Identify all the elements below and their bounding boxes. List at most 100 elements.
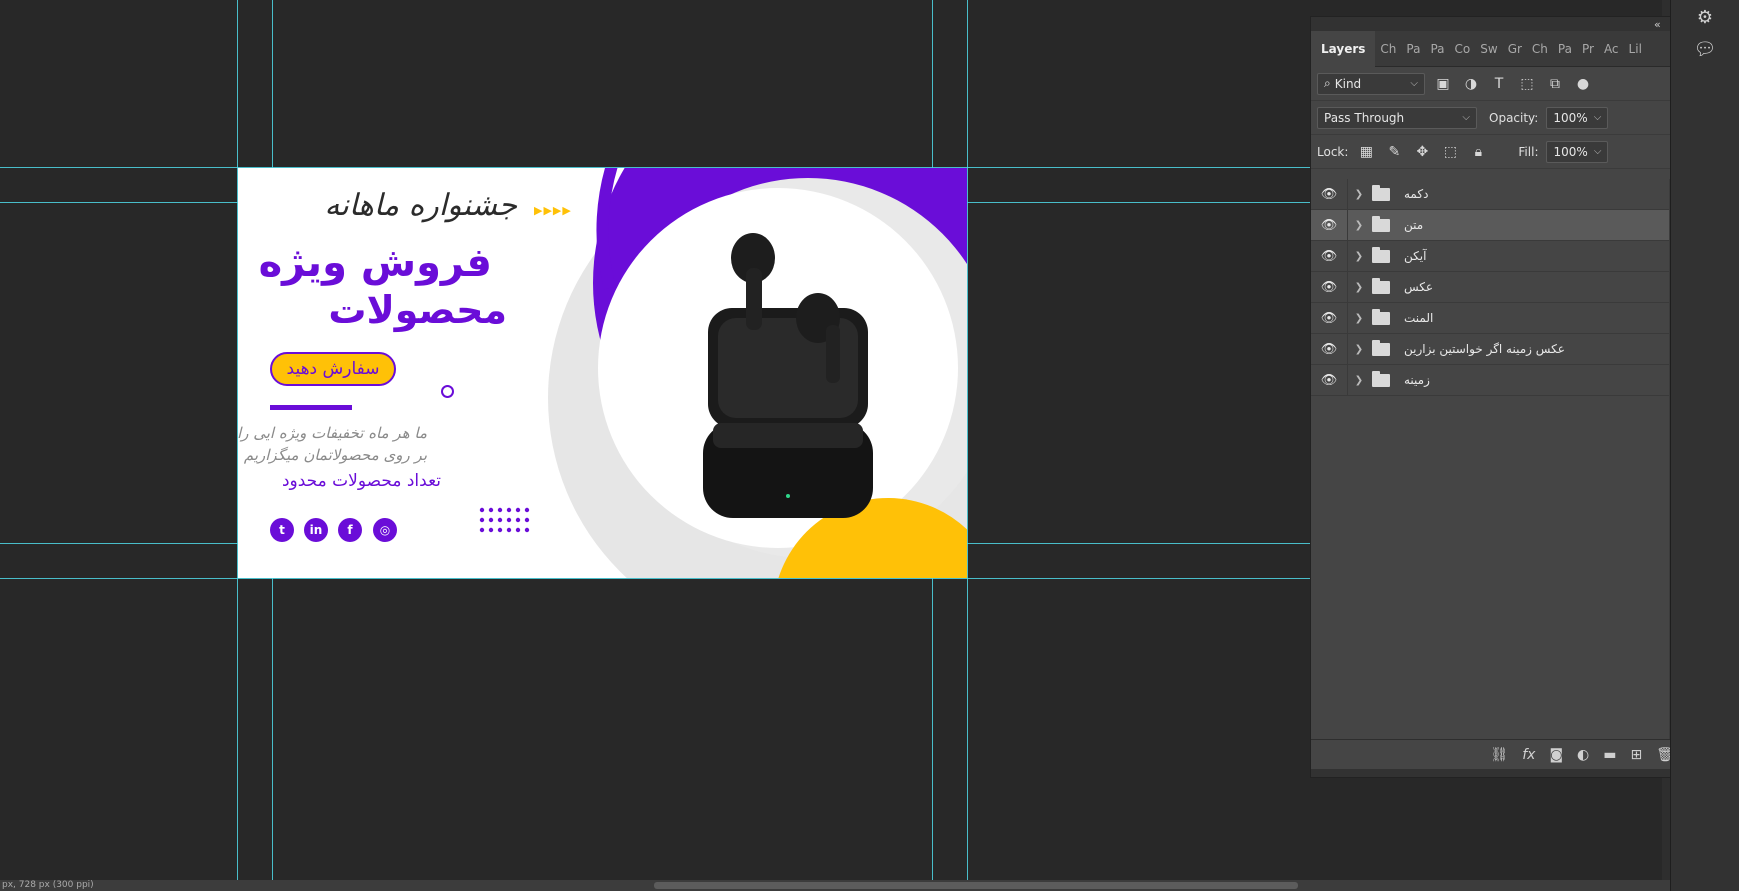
expand-group-icon[interactable]: ❯ bbox=[1352, 313, 1366, 324]
festival-title: جشنواره ماهانه bbox=[324, 188, 517, 223]
lock-transparent-icon[interactable]: ▦ bbox=[1356, 144, 1376, 160]
visibility-eye-icon[interactable]: 👁︎ bbox=[1311, 311, 1347, 326]
guide-vertical bbox=[967, 0, 968, 880]
tab-swatches[interactable]: Sw bbox=[1475, 31, 1502, 67]
tab-gradients[interactable]: Gr bbox=[1503, 31, 1527, 67]
visibility-eye-icon[interactable]: 👁︎ bbox=[1311, 342, 1347, 357]
fill-field[interactable]: 100% ⌵ bbox=[1546, 140, 1609, 163]
linkedin-icon[interactable]: in bbox=[304, 518, 328, 542]
filter-type-icon[interactable]: T bbox=[1489, 76, 1509, 92]
decorative-dot bbox=[479, 517, 485, 523]
new-layer-icon[interactable]: ⊞ bbox=[1630, 747, 1642, 763]
visibility-eye-icon[interactable]: 👁︎ bbox=[1311, 280, 1347, 295]
facebook-icon[interactable]: f bbox=[338, 518, 362, 542]
add-mask-icon[interactable]: ◙ bbox=[1549, 747, 1563, 763]
comments-panel-icon[interactable]: 💬︎ bbox=[1690, 36, 1720, 64]
visibility-eye-icon[interactable]: 👁︎ bbox=[1311, 373, 1347, 388]
opacity-field[interactable]: 100% ⌵ bbox=[1546, 106, 1609, 129]
tab-libraries[interactable]: Lil bbox=[1624, 31, 1647, 67]
layer-row[interactable]: 👁︎ ❯ متن bbox=[1311, 209, 1669, 241]
filter-toggle-icon[interactable]: ● bbox=[1573, 76, 1593, 92]
filter-adjustment-icon[interactable]: ◑ bbox=[1461, 76, 1481, 92]
order-button[interactable]: سفارش دهید bbox=[270, 352, 396, 386]
layer-row[interactable]: 👁︎ ❯ المنت bbox=[1311, 302, 1669, 334]
layer-row[interactable]: 👁︎ ❯ دکمه bbox=[1311, 178, 1669, 210]
decorative-dot bbox=[497, 517, 503, 523]
adjustment-layer-icon[interactable]: ◐ bbox=[1577, 747, 1589, 763]
layer-row[interactable]: 👁︎ ❯ زمینه bbox=[1311, 364, 1669, 396]
lock-artboard-icon[interactable]: ⬚ bbox=[1440, 144, 1460, 160]
tab-color[interactable]: Co bbox=[1450, 31, 1476, 67]
layer-divider bbox=[1347, 333, 1348, 365]
lock-image-icon[interactable]: ✎ bbox=[1384, 144, 1404, 160]
twitter-icon[interactable]: t bbox=[270, 518, 294, 542]
document-size-status: px, 728 px (300 ppi) bbox=[2, 880, 94, 890]
layer-name[interactable]: المنت bbox=[1404, 311, 1433, 325]
expand-group-icon[interactable]: ❯ bbox=[1352, 375, 1366, 386]
opacity-value: 100% bbox=[1553, 110, 1588, 125]
filter-kind-value: Kind bbox=[1334, 76, 1362, 91]
blend-mode-select[interactable]: Pass Through ⌵ bbox=[1317, 106, 1477, 129]
properties-panel-icon[interactable]: ⚙ bbox=[1690, 4, 1720, 32]
decorative-dot bbox=[497, 527, 503, 533]
layer-name[interactable]: متن bbox=[1404, 218, 1423, 232]
layers-panel: « ✕ Layers Ch Pa Pa Co Sw Gr Ch Pa Pr Ac… bbox=[1310, 16, 1689, 778]
chevron-down-icon: ⌵ bbox=[1410, 78, 1418, 89]
new-group-icon[interactable]: ▬ bbox=[1603, 747, 1616, 763]
visibility-eye-icon[interactable]: 👁︎ bbox=[1311, 218, 1347, 233]
layer-name[interactable]: آیکن bbox=[1404, 249, 1426, 263]
tab-character[interactable]: Ch bbox=[1527, 31, 1553, 67]
decorative-ring bbox=[441, 385, 454, 398]
layer-divider bbox=[1347, 209, 1348, 241]
expand-group-icon[interactable]: ❯ bbox=[1352, 251, 1366, 262]
panel-bottom-toolbar: ⛓ fx ◙ ◐ ▬ ⊞ 🗑︎ bbox=[1311, 739, 1688, 769]
visibility-eye-icon[interactable]: 👁︎ bbox=[1311, 187, 1347, 202]
filter-smart-object-icon[interactable]: ⧉ bbox=[1545, 76, 1565, 92]
layer-row[interactable]: 👁︎ ❯ عکس زمینه اگر خواستین بزارین bbox=[1311, 333, 1669, 365]
layer-row[interactable]: 👁︎ ❯ عکس bbox=[1311, 271, 1669, 303]
expand-group-icon[interactable]: ❯ bbox=[1352, 189, 1366, 200]
fx-icon[interactable]: fx bbox=[1522, 747, 1535, 763]
lock-all-icon[interactable]: 🔒︎ bbox=[1468, 144, 1488, 160]
decorative-arrows: ▶▶▶▶ bbox=[534, 204, 572, 217]
panel-resize-bar[interactable] bbox=[1311, 769, 1688, 777]
expand-group-icon[interactable]: ❯ bbox=[1352, 282, 1366, 293]
filter-pixel-icon[interactable]: ▣ bbox=[1433, 76, 1453, 92]
filter-kind-select[interactable]: ⌕ Kind ⌵ bbox=[1317, 72, 1425, 95]
layer-name[interactable]: دکمه bbox=[1404, 187, 1428, 201]
blend-row: Pass Through ⌵ Opacity: 100% ⌵ bbox=[1311, 101, 1688, 135]
layer-name[interactable]: عکس bbox=[1404, 280, 1433, 294]
lock-label: Lock: bbox=[1317, 144, 1349, 159]
decorative-dot bbox=[488, 507, 494, 513]
decorative-dot bbox=[515, 507, 521, 513]
layer-divider bbox=[1347, 178, 1348, 210]
folder-icon bbox=[1372, 277, 1390, 294]
guide-horizontal bbox=[0, 578, 1310, 579]
horizontal-scrollbar-thumb[interactable] bbox=[654, 882, 1298, 889]
decorative-dot bbox=[488, 517, 494, 523]
lock-row: Lock: ▦ ✎ ✥ ⬚ 🔒︎ Fill: 100% ⌵ bbox=[1311, 135, 1688, 169]
expand-group-icon[interactable]: ❯ bbox=[1352, 344, 1366, 355]
visibility-eye-icon[interactable]: 👁︎ bbox=[1311, 249, 1347, 264]
panel-topbar: « ✕ bbox=[1311, 17, 1688, 31]
layer-row[interactable]: 👁︎ ❯ آیکن bbox=[1311, 240, 1669, 272]
tab-paragraph[interactable]: Pa bbox=[1425, 31, 1449, 67]
tab-properties[interactable]: Pr bbox=[1577, 31, 1599, 67]
lock-position-icon[interactable]: ✥ bbox=[1412, 144, 1432, 160]
tab-paths[interactable]: Pa bbox=[1401, 31, 1425, 67]
tab-layers[interactable]: Layers bbox=[1311, 30, 1376, 67]
link-layers-icon[interactable]: ⛓ bbox=[1490, 747, 1508, 763]
document-canvas[interactable]: جشنواره ماهانه ▶▶▶▶ فروش ویژه محصولات سف… bbox=[238, 168, 967, 578]
tab-patterns[interactable]: Pa bbox=[1553, 31, 1577, 67]
tab-channels[interactable]: Ch bbox=[1375, 31, 1401, 67]
collapse-panels-icon[interactable]: « bbox=[1654, 18, 1661, 31]
layer-divider bbox=[1347, 271, 1348, 303]
layer-name[interactable]: عکس زمینه اگر خواستین بزارین bbox=[1404, 342, 1565, 356]
tab-actions[interactable]: Ac bbox=[1599, 31, 1624, 67]
decorative-dot bbox=[506, 507, 512, 513]
layer-name[interactable]: زمینه bbox=[1404, 373, 1430, 387]
decorative-dot bbox=[515, 517, 521, 523]
expand-group-icon[interactable]: ❯ bbox=[1352, 220, 1366, 231]
filter-shape-icon[interactable]: ⬚ bbox=[1517, 76, 1537, 92]
instagram-icon[interactable]: ◎ bbox=[373, 518, 397, 542]
